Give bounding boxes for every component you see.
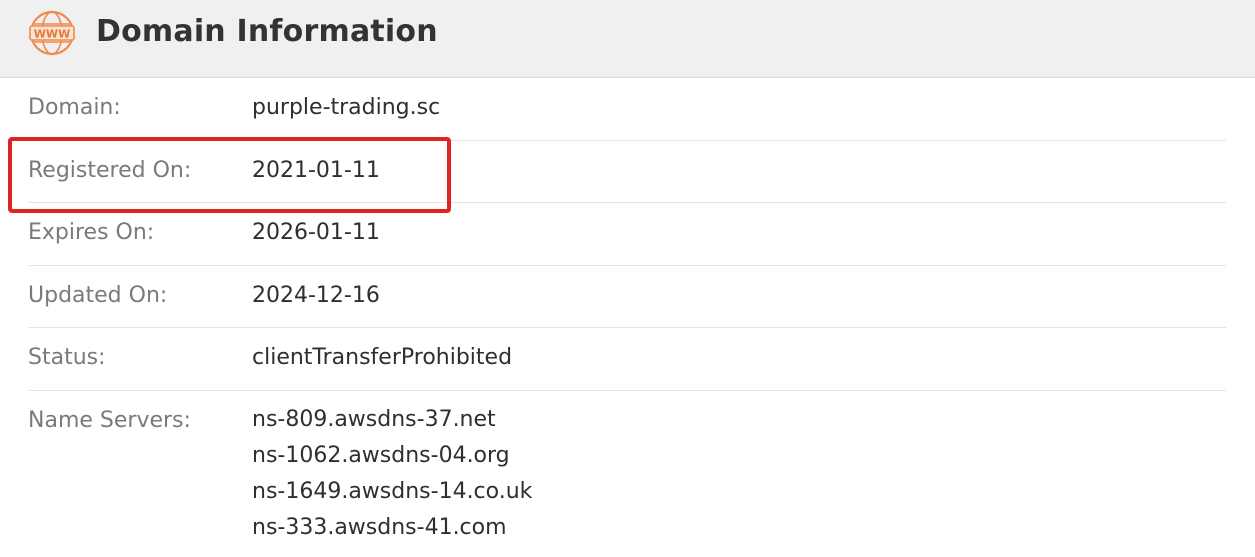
www-icon: WWW: [29, 10, 75, 56]
row-domain: Domain: purple-trading.sc: [28, 78, 1226, 141]
updated-on-value: 2024-12-16: [252, 282, 380, 308]
name-server-item: ns-1062.awsdns-04.org: [252, 442, 510, 468]
name-server-item: ns-1649.awsdns-14.co.uk: [252, 478, 533, 504]
expires-on-label: Expires On:: [28, 220, 155, 245]
domain-information-panel: WWW Domain Information Domain: purple-tr…: [0, 0, 1255, 557]
registered-on-label: Registered On:: [28, 157, 192, 183]
name-servers-label: Name Servers:: [28, 407, 191, 433]
row-registered-on: Registered On: 2021-01-11: [28, 141, 1226, 203]
updated-on-label: Updated On:: [28, 282, 168, 308]
row-updated-on: Updated On: 2024-12-16: [28, 266, 1226, 328]
row-expires-on: Expires On: 2026-01-11: [28, 203, 1226, 266]
www-icon-text: WWW: [34, 28, 70, 41]
domain-label: Domain:: [28, 95, 121, 120]
name-server-item: ns-333.awsdns-41.com: [252, 514, 507, 540]
registered-on-value: 2021-01-11: [252, 157, 380, 183]
status-label: Status:: [28, 345, 106, 370]
info-table: Domain: purple-trading.sc Registered On:…: [28, 78, 1226, 557]
panel-header: WWW Domain Information: [0, 0, 1255, 78]
row-status: Status: clientTransferProhibited: [28, 328, 1226, 391]
page-title: Domain Information: [96, 14, 438, 49]
domain-value: purple-trading.sc: [252, 95, 441, 120]
name-servers-list: ns-809.awsdns-37.net ns-1062.awsdns-04.o…: [252, 407, 533, 546]
expires-on-value: 2026-01-11: [252, 220, 380, 245]
name-server-item: ns-809.awsdns-37.net: [252, 406, 496, 432]
status-value: clientTransferProhibited: [252, 345, 513, 370]
row-name-servers: Name Servers: ns-809.awsdns-37.net ns-10…: [28, 391, 1226, 557]
